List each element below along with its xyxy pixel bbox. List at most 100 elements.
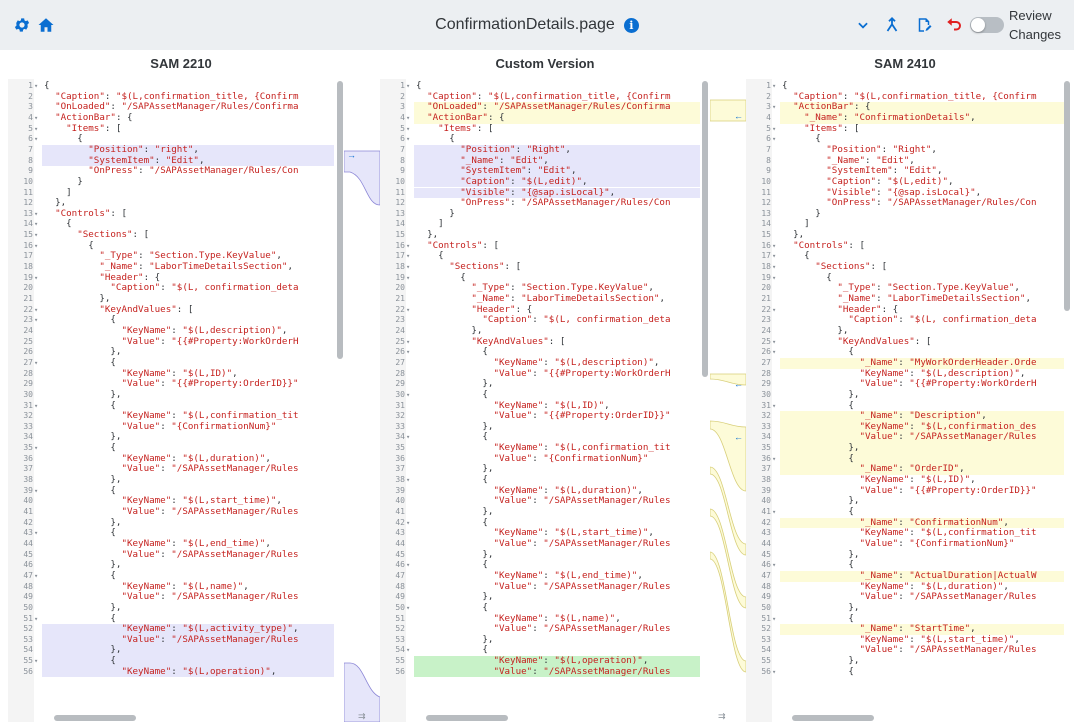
fold-toggle-icon[interactable]: ▾: [406, 337, 412, 348]
fold-toggle-icon[interactable]: ▾: [772, 347, 778, 358]
line-number: 42: [395, 517, 405, 527]
line-number: 35: [23, 443, 33, 453]
fold-toggle-icon[interactable]: ▾: [34, 528, 40, 539]
fold-toggle-icon[interactable]: ▾: [406, 390, 412, 401]
horizontal-scrollbar[interactable]: [54, 715, 136, 721]
fold-toggle-icon[interactable]: ▾: [772, 454, 778, 465]
arrow-left-icon[interactable]: ←: [734, 379, 743, 389]
fold-toggle-icon[interactable]: ▾: [772, 124, 778, 135]
line-number: 19: [395, 272, 405, 282]
fold-toggle-icon[interactable]: ▾: [34, 315, 40, 326]
fold-toggle-icon[interactable]: ▾: [772, 401, 778, 412]
review-changes-toggle[interactable]: [970, 17, 1004, 33]
fold-toggle-icon[interactable]: ▾: [406, 262, 412, 273]
info-icon[interactable]: i: [623, 17, 639, 33]
fold-toggle-icon[interactable]: ▾: [772, 507, 778, 518]
code-line: 44 "Value": "{ConfirmationNum}": [746, 538, 1064, 550]
fold-toggle-icon[interactable]: ▾: [34, 209, 40, 220]
fold-toggle-icon[interactable]: ▾: [406, 251, 412, 262]
vertical-scrollbar[interactable]: [702, 81, 708, 377]
gear-icon[interactable]: [11, 14, 33, 36]
fold-toggle-icon[interactable]: ▾: [772, 667, 778, 678]
fold-toggle-icon[interactable]: ▾: [406, 432, 412, 443]
fold-toggle-icon[interactable]: ▾: [34, 305, 40, 316]
fold-toggle-icon[interactable]: ▾: [406, 81, 412, 92]
fold-toggle-icon[interactable]: ▾: [34, 124, 40, 135]
line-number: 53: [761, 634, 771, 644]
fold-toggle-icon[interactable]: ▾: [406, 241, 412, 252]
fold-toggle-icon[interactable]: ▾: [34, 219, 40, 230]
code-pane-sam-2210[interactable]: 1 ▾{2 "Caption": "$(L,confirmation_title,…: [8, 79, 344, 722]
fold-toggle-icon[interactable]: ▾: [34, 571, 40, 582]
chevron-down-icon[interactable]: [852, 14, 874, 36]
code-line: 56 "Value": "/SAPAssetManager/Rules: [380, 666, 700, 678]
fold-toggle-icon[interactable]: ▾: [772, 305, 778, 316]
fold-toggle-icon[interactable]: ▾: [34, 134, 40, 145]
fold-toggle-icon[interactable]: ▾: [34, 358, 40, 369]
undo-icon[interactable]: [943, 14, 965, 36]
line-number: 15: [761, 230, 771, 240]
horizontal-scrollbar[interactable]: [426, 715, 508, 721]
fold-toggle-icon[interactable]: ▾: [406, 134, 412, 145]
merge-arrows-icon[interactable]: ⇉: [718, 711, 726, 722]
line-number: 43: [761, 528, 771, 538]
edit-document-icon[interactable]: [913, 14, 935, 36]
fold-toggle-icon[interactable]: ▾: [34, 241, 40, 252]
fold-toggle-icon[interactable]: ▾: [34, 273, 40, 284]
fold-toggle-icon[interactable]: ▾: [406, 645, 412, 656]
merge-icon[interactable]: [881, 14, 903, 36]
fold-toggle-icon[interactable]: ▾: [34, 81, 40, 92]
code-pane-custom-version[interactable]: 1 ▾{2 "Caption": "$(L,confirmation_title,…: [380, 79, 710, 722]
fold-toggle-icon[interactable]: ▾: [34, 230, 40, 241]
fold-toggle-icon[interactable]: ▾: [406, 518, 412, 529]
line-number: 17: [23, 251, 33, 261]
horizontal-scrollbar[interactable]: [792, 715, 874, 721]
fold-toggle-icon[interactable]: ▾: [406, 603, 412, 614]
line-number: 39: [761, 485, 771, 495]
fold-toggle-icon[interactable]: ▾: [34, 113, 40, 124]
fold-toggle-icon[interactable]: ▾: [406, 560, 412, 571]
line-number: 11: [761, 187, 771, 197]
fold-toggle-icon[interactable]: ▾: [772, 560, 778, 571]
fold-toggle-icon[interactable]: ▾: [772, 614, 778, 625]
fold-toggle-icon[interactable]: ▾: [406, 113, 412, 124]
line-number: 39: [395, 485, 405, 495]
fold-toggle-icon[interactable]: ▾: [406, 124, 412, 135]
home-icon[interactable]: [35, 14, 57, 36]
fold-toggle-icon[interactable]: ▾: [772, 251, 778, 262]
fold-toggle-icon[interactable]: ▾: [34, 656, 40, 667]
fold-toggle-icon[interactable]: ▾: [772, 241, 778, 252]
fold-toggle-icon[interactable]: ▾: [406, 273, 412, 284]
pane-title-left: SAM 2210: [150, 56, 212, 71]
vertical-scrollbar[interactable]: [337, 81, 343, 359]
vertical-scrollbar[interactable]: [1064, 81, 1070, 311]
fold-toggle-icon[interactable]: ▾: [406, 347, 412, 358]
fold-toggle-icon[interactable]: ▾: [772, 134, 778, 145]
code-pane-sam-2410[interactable]: 1 ▾{2 "Caption": "$(L,confirmation_title,…: [746, 79, 1074, 722]
arrow-left-icon[interactable]: ←: [734, 432, 743, 442]
line-number: 14: [395, 219, 405, 229]
line-number: 23: [395, 315, 405, 325]
fold-toggle-icon[interactable]: ▾: [34, 486, 40, 497]
line-number: 17: [761, 251, 771, 261]
line-number: 4: [766, 112, 771, 122]
fold-toggle-icon[interactable]: ▾: [772, 273, 778, 284]
line-number: 32: [761, 411, 771, 421]
fold-toggle-icon[interactable]: ▾: [406, 475, 412, 486]
fold-toggle-icon[interactable]: ▾: [772, 81, 778, 92]
merge-arrows-icon[interactable]: ⇉: [358, 711, 366, 722]
arrow-right-icon[interactable]: →: [347, 150, 356, 160]
fold-toggle-icon[interactable]: ▾: [772, 262, 778, 273]
fold-toggle-icon[interactable]: ▾: [34, 614, 40, 625]
line-number: 47: [23, 570, 33, 580]
line-number: 49: [23, 592, 33, 602]
arrow-left-icon[interactable]: ←: [734, 111, 743, 121]
fold-toggle-icon[interactable]: ▾: [772, 102, 778, 113]
line-number: 54: [395, 645, 405, 655]
fold-toggle-icon[interactable]: ▾: [772, 337, 778, 348]
fold-toggle-icon[interactable]: ▾: [34, 401, 40, 412]
line-number: 4: [28, 112, 33, 122]
fold-toggle-icon[interactable]: ▾: [34, 443, 40, 454]
fold-toggle-icon[interactable]: ▾: [406, 305, 412, 316]
line-number: 14: [23, 219, 33, 229]
